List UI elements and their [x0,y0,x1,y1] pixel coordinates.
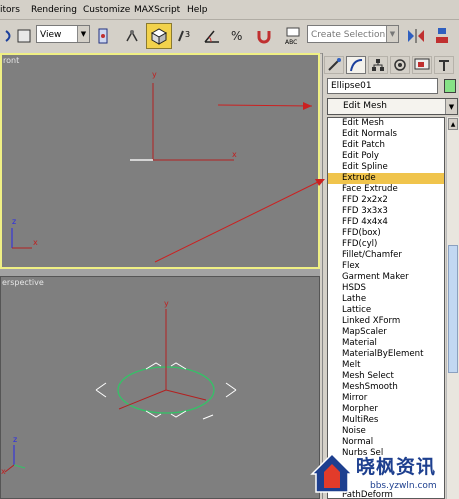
menu-item-rendering[interactable]: Rendering [31,5,77,15]
watermark-logo: 晓枫资讯 bbs.yzwln.com [310,450,455,496]
create-tab-icon[interactable] [324,56,344,74]
modifier-list-selected: Edit Mesh [343,101,387,111]
chevron-down-icon: ▼ [445,99,457,114]
modifier-option[interactable]: Edit Poly [328,151,444,162]
modifier-option[interactable]: FFD 4x4x4 [328,217,444,228]
modifier-option[interactable]: Edit Patch [328,140,444,151]
align-icon[interactable] [432,25,452,47]
spinner-snap-icon[interactable] [254,25,274,47]
scrollbar-thumb[interactable] [448,245,458,373]
modifier-option[interactable]: Morpher [328,404,444,415]
modifier-option[interactable]: HSDS [328,283,444,294]
utilities-tab-icon[interactable] [434,56,454,74]
modifier-option-highlighted[interactable]: Extrude [328,173,444,184]
modifier-list-dropdown[interactable]: Edit Mesh ▼ [327,98,458,115]
mirror-icon[interactable] [406,25,426,47]
watermark-url: bbs.yzwln.com [370,481,437,491]
reference-coordinate-dropdown[interactable]: View ▼ [36,25,90,43]
modifier-option[interactable]: Mirror [328,393,444,404]
named-selection-sets-dropdown[interactable]: Create Selection Set ▼ [307,25,399,43]
reference-coordinate-value: View [40,30,62,40]
motion-tab-icon[interactable] [390,56,410,74]
svg-text:ABC: ABC [285,39,297,46]
modifier-option[interactable]: Edit Normals [328,129,444,140]
modifier-option[interactable]: Normal [328,437,444,448]
modifier-option[interactable]: MultiRes [328,415,444,426]
modifier-dropdown-list[interactable]: Edit Mesh Edit Normals Edit Patch Edit P… [327,117,445,499]
axis-label-y: y [164,299,169,308]
axis-tripod-x: x [33,238,38,247]
modifier-option[interactable]: Fillet/Chamfer [328,250,444,261]
named-selection-icon[interactable]: ABC [283,25,303,47]
svg-text:%: % [231,29,242,43]
axis-tripod-z: z [12,217,17,226]
hierarchy-tab-icon[interactable] [368,56,388,74]
main-toolbar: View ▼ 3 % ABC Create Selection Set ▼ [0,20,459,54]
select-object-icon[interactable] [14,25,34,47]
angle-snap-icon[interactable] [202,25,222,47]
axis-label-x: x [232,150,237,159]
modifier-option[interactable]: FFD(box) [328,228,444,239]
modifier-option[interactable]: Edit Spline [328,162,444,173]
front-viewport-canvas [11,83,234,249]
axis-label-y: y [152,70,157,79]
command-panel-tabs [323,53,459,77]
axis-tripod-x: x [1,467,6,476]
display-tab-icon[interactable] [412,56,432,74]
object-color-swatch[interactable] [444,79,456,93]
menu-item-help[interactable]: Help [187,5,208,15]
modifier-option[interactable]: MaterialByElement [328,349,444,360]
modifier-option[interactable]: Flex [328,261,444,272]
menu-item-customize[interactable]: Customize [83,5,130,15]
modifier-list-scrollbar[interactable]: ▲ [446,117,459,499]
percent-snap-icon[interactable]: % [228,25,248,47]
object-name-field[interactable]: Ellipse01 [327,78,438,94]
front-viewport[interactable]: ront y x z x [0,53,320,269]
modifier-option[interactable]: FFD 2x2x2 [328,195,444,206]
modifier-option[interactable]: Garment Maker [328,272,444,283]
modifier-option[interactable]: FFD(cyl) [328,239,444,250]
pivot-center-icon[interactable] [93,25,113,47]
keyboard-shortcut-toggle-icon[interactable] [146,23,172,49]
modifier-option[interactable]: Lattice [328,305,444,316]
modifier-option[interactable]: Lathe [328,294,444,305]
modifier-option[interactable]: Noise [328,426,444,437]
viewport-divider[interactable] [0,269,320,276]
scroll-up-icon[interactable]: ▲ [448,118,458,130]
axis-tripod-z: z [13,435,18,444]
modify-tab-icon[interactable] [346,56,366,74]
perspective-viewport-canvas [4,309,237,473]
chevron-down-icon: ▼ [386,26,398,42]
modifier-option[interactable]: Mesh Select [328,371,444,382]
chevron-down-icon: ▼ [77,26,89,42]
modifier-option[interactable]: FFD 3x3x3 [328,206,444,217]
modifier-option[interactable]: MapScaler [328,327,444,338]
menu-bar: itors Rendering Customize MAXScript Help [0,0,459,20]
snaps-toggle-icon[interactable]: 3 [176,25,196,47]
watermark-title: 晓枫资讯 [356,456,437,478]
modifier-option[interactable]: Face Extrude [328,184,444,195]
modifier-option[interactable]: Edit Mesh [328,118,444,129]
modifier-option[interactable]: Melt [328,360,444,371]
svg-text:3: 3 [185,30,190,39]
perspective-viewport[interactable]: erspective y z x [0,276,320,499]
menu-item-editors[interactable]: itors [0,5,20,15]
menu-item-maxscript[interactable]: MAXScript [134,5,180,15]
modifier-option[interactable]: MeshSmooth [328,382,444,393]
modifier-option[interactable]: Linked XForm [328,316,444,327]
modifier-option[interactable]: Material [328,338,444,349]
select-and-manipulate-icon[interactable] [122,25,142,47]
